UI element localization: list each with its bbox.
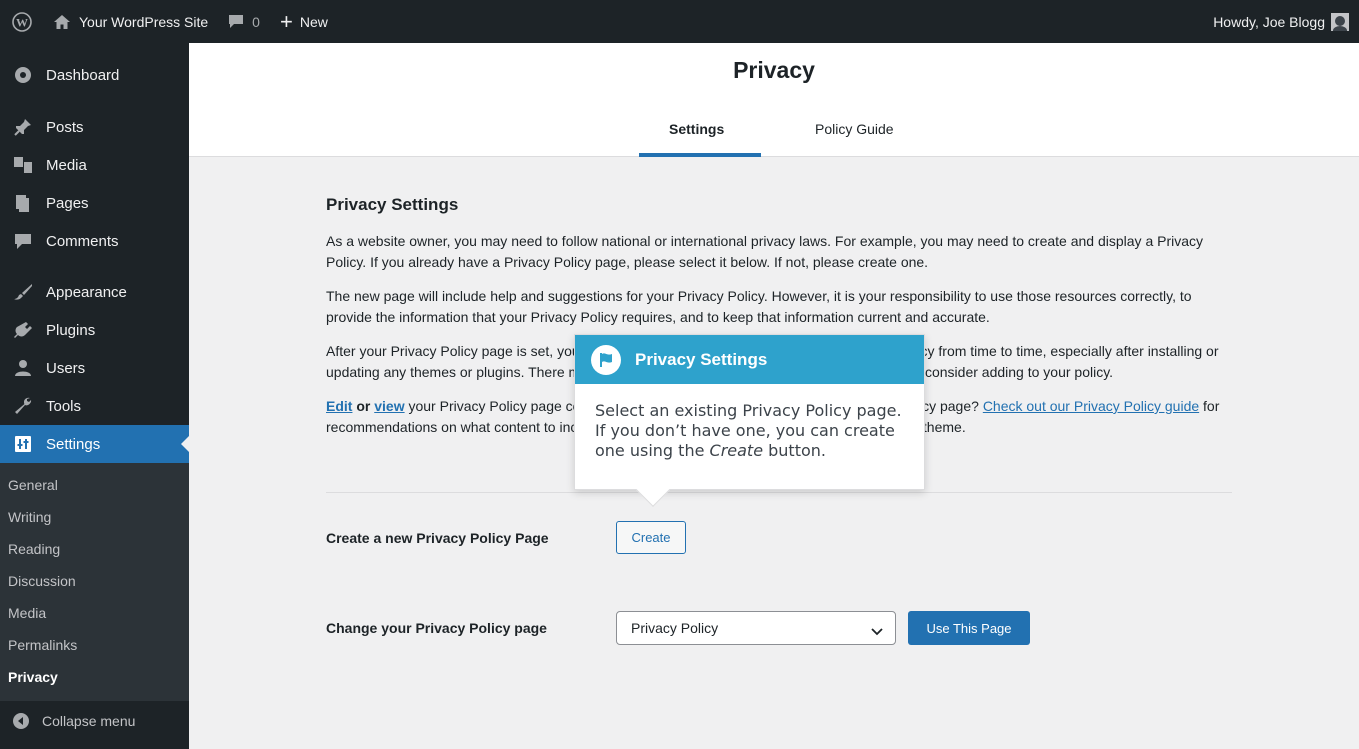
pin-icon: [12, 116, 34, 138]
privacy-page-select[interactable]: Privacy Policy: [616, 611, 896, 645]
sidebar-item-comments[interactable]: Comments: [0, 222, 189, 260]
sidebar-item-label: Settings: [46, 435, 101, 453]
svg-text:W: W: [16, 15, 28, 29]
sidebar-item-label: Dashboard: [46, 66, 120, 84]
sidebar-item-media[interactable]: Media: [0, 146, 189, 184]
page-title: Privacy: [733, 57, 815, 83]
pointer-body: Select an existing Privacy Policy page. …: [575, 384, 924, 461]
section-heading: Privacy Settings: [326, 195, 459, 214]
submenu-item-reading[interactable]: Reading: [0, 533, 189, 565]
plus-icon: +: [279, 8, 293, 34]
divider: [326, 492, 1232, 493]
edit-link[interactable]: Edit: [326, 398, 352, 414]
comments-link[interactable]: 0: [218, 0, 270, 43]
privacy-settings-pointer: Privacy Settings Select an existing Priv…: [574, 334, 925, 507]
sidebar-item-label: Posts: [46, 118, 84, 136]
view-link[interactable]: view: [374, 398, 404, 414]
sidebar-item-users[interactable]: Users: [0, 349, 189, 387]
create-button[interactable]: Create: [616, 521, 686, 554]
privacy-header: Privacy Settings Policy Guide: [189, 43, 1359, 157]
select-value: Privacy Policy: [631, 620, 719, 636]
flag-icon: [591, 344, 621, 375]
media-icon: [12, 154, 34, 176]
privacy-guide-link[interactable]: Check out our Privacy Policy guide: [983, 398, 1199, 414]
avatar: [1331, 12, 1349, 31]
sidebar-item-label: Appearance: [46, 283, 127, 301]
sidebar-item-pages[interactable]: Pages: [0, 184, 189, 222]
submenu-item-permalinks[interactable]: Permalinks: [0, 629, 189, 661]
dashboard-icon: [12, 64, 34, 86]
tab-policy-guide[interactable]: Policy Guide: [815, 121, 894, 137]
pointer-emphasis: Create: [709, 441, 764, 460]
sidebar-item-tools[interactable]: Tools: [0, 387, 189, 425]
pages-icon: [12, 192, 34, 214]
new-content-link[interactable]: + New: [270, 0, 338, 43]
howdy-text: Howdy, Joe Blogg: [1213, 13, 1325, 30]
comment-icon: [228, 14, 244, 29]
create-policy-label: Create a new Privacy Policy Page: [326, 530, 549, 546]
plug-icon: [12, 319, 34, 341]
sidebar-item-label: Tools: [46, 397, 82, 415]
home-icon: [53, 14, 71, 30]
wordpress-logo-icon[interactable]: W: [0, 0, 43, 43]
change-policy-label: Change your Privacy Policy page: [326, 620, 547, 636]
pointer-header: Privacy Settings: [575, 335, 924, 384]
wrench-icon: [12, 395, 34, 417]
new-label: New: [299, 13, 328, 30]
sidebar-item-label: Plugins: [46, 321, 96, 339]
sidebar-item-label: Users: [46, 359, 86, 377]
user-icon: [12, 357, 34, 379]
my-account-link[interactable]: Howdy, Joe Blogg: [1203, 0, 1359, 43]
sidebar-item-label: Pages: [46, 194, 89, 212]
intro-paragraph: As a website owner, you may need to foll…: [326, 233, 1204, 270]
admin-bar: W Your WordPress Site 0 + New Howdy, Joe…: [0, 0, 1359, 43]
submenu-item-privacy[interactable]: Privacy: [0, 661, 189, 693]
comment-icon: [12, 230, 34, 252]
responsibility-paragraph: The new page will include help and sugge…: [326, 288, 1192, 325]
collapse-arrow-icon: [12, 712, 30, 730]
pointer-title: Privacy Settings: [635, 349, 768, 369]
submenu-item-discussion[interactable]: Discussion: [0, 565, 189, 597]
sidebar-item-settings[interactable]: Settings: [0, 425, 189, 463]
submenu-item-media[interactable]: Media: [0, 597, 189, 629]
submenu-item-general[interactable]: General: [0, 469, 189, 501]
site-name-link[interactable]: Your WordPress Site: [43, 0, 218, 43]
sidebar-item-posts[interactable]: Posts: [0, 108, 189, 146]
sidebar-item-label: Comments: [46, 232, 119, 250]
submenu-item-writing[interactable]: Writing: [0, 501, 189, 533]
sidebar-item-label: Media: [46, 156, 87, 174]
settings-submenu: General Writing Reading Discussion Media…: [0, 463, 189, 701]
active-tab-indicator: [639, 153, 761, 157]
brush-icon: [12, 281, 34, 303]
settings-icon: [12, 433, 34, 455]
pointer-arrow: [636, 473, 670, 507]
site-name: Your WordPress Site: [79, 13, 209, 30]
collapse-menu-button[interactable]: Collapse menu: [0, 701, 189, 741]
use-this-page-button[interactable]: Use This Page: [908, 611, 1030, 645]
tab-settings[interactable]: Settings: [669, 121, 724, 137]
pointer-text-end: button.: [763, 441, 826, 460]
sidebar-item-appearance[interactable]: Appearance: [0, 273, 189, 311]
admin-sidebar: Dashboard Posts Media Pages Comments App…: [0, 43, 189, 749]
or-text: or: [352, 398, 375, 414]
sidebar-item-dashboard[interactable]: Dashboard: [0, 56, 189, 94]
sidebar-item-plugins[interactable]: Plugins: [0, 311, 189, 349]
chevron-down-icon: [871, 623, 883, 639]
comment-count: 0: [252, 13, 260, 30]
collapse-menu-label: Collapse menu: [42, 713, 136, 729]
